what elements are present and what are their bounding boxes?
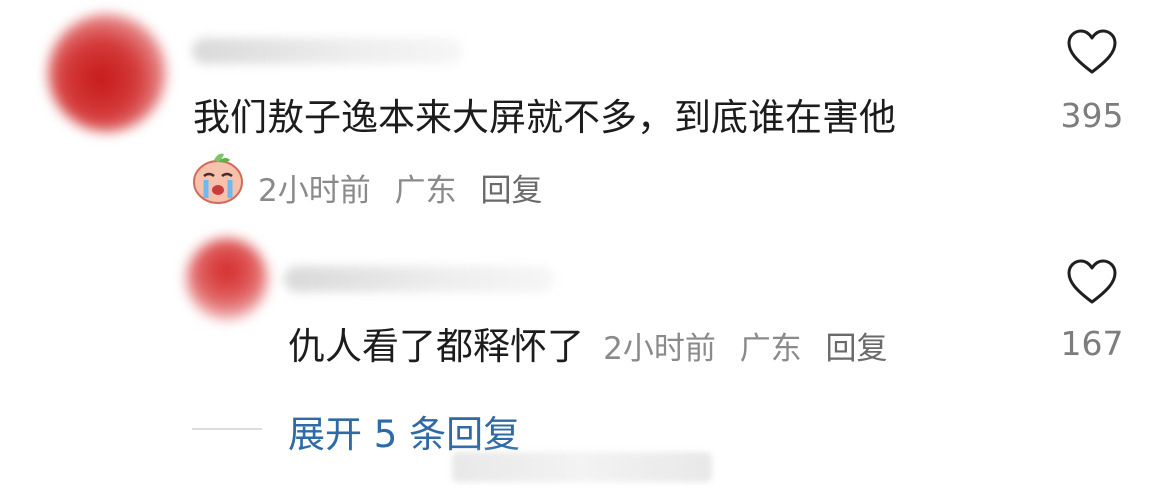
comment-time: 2小时前 [258,173,371,209]
divider [192,428,262,430]
comment-meta: 2小时前 广东 回复 [258,165,556,210]
username[interactable] [284,266,554,292]
like-heart-icon[interactable] [1066,28,1118,76]
watermark [452,452,712,482]
comment-meta: 2小时前 广东 回复 [603,331,901,367]
avatar[interactable] [48,14,166,132]
like-count: 167 [1060,324,1124,363]
comment-line: 仇人看了都释怀了 2小时前 广东 回复 [288,323,902,369]
crying-peach-sticker-icon [190,150,246,206]
username[interactable] [192,38,462,64]
comment-time: 2小时前 [603,331,716,367]
comment-text: 我们敖子逸本来大屏就不多，到底谁在害他 [193,96,896,139]
reply-button[interactable]: 回复 [826,331,888,367]
comment-location: 广东 [739,331,802,367]
like-count: 395 [1060,96,1124,135]
avatar[interactable] [186,238,268,320]
like-heart-icon[interactable] [1066,258,1118,306]
comment-text: 仇人看了都释怀了 [288,325,584,368]
reply-button[interactable]: 回复 [480,173,542,209]
expand-replies-button[interactable]: 展开 5 条回复 [288,404,520,458]
comment-location: 广东 [394,173,457,209]
